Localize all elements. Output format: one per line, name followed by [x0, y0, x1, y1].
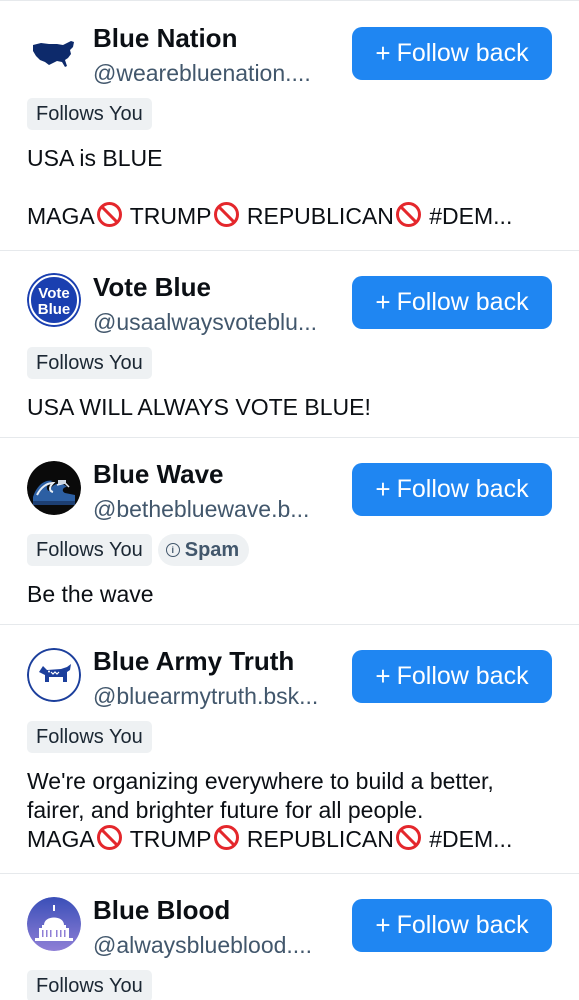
- account-name[interactable]: Blue Nation: [93, 23, 237, 53]
- great-wave-avatar[interactable]: [27, 461, 81, 515]
- bio-word: REPUBLICAN: [246, 826, 394, 852]
- bio-word: #DEM...: [429, 203, 513, 229]
- bio-word: TRUMP: [129, 826, 212, 852]
- follow-back-label: Follow back: [396, 662, 529, 690]
- follows-you-badge: Follows You: [27, 347, 152, 379]
- plus-icon: +: [375, 660, 391, 691]
- follows-you-badge: Follows You: [27, 98, 152, 130]
- account-bio: We're organizing everywhere to build a b…: [27, 767, 557, 854]
- follow-back-button[interactable]: + Follow back: [352, 899, 552, 952]
- bio-word: MAGA: [27, 203, 95, 229]
- badges: Follows You i Spam: [27, 534, 250, 566]
- plus-icon: +: [375, 37, 391, 68]
- democrat-donkey-avatar[interactable]: [27, 648, 81, 702]
- prohibited-icon: [395, 202, 421, 227]
- follows-you-badge: Follows You: [27, 970, 152, 1000]
- plus-icon: +: [375, 286, 391, 317]
- follow-back-button[interactable]: + Follow back: [352, 27, 552, 80]
- account-name[interactable]: Blue Army Truth: [93, 646, 294, 676]
- follows-you-badge: Follows You: [27, 721, 152, 753]
- spam-label-text: Spam: [184, 539, 240, 561]
- follow-back-button[interactable]: + Follow back: [352, 276, 552, 329]
- prohibited-icon: [213, 825, 239, 850]
- badges: Follows You: [27, 970, 152, 1000]
- badges: Follows You: [27, 347, 152, 379]
- bio-line: fairer, and brighter future for all peop…: [27, 797, 424, 823]
- bio-line: MAGA TRUMP REPUBLICAN #DEM...: [27, 825, 557, 854]
- follow-back-label: Follow back: [396, 39, 529, 67]
- bio-line: We're organizing everywhere to build a b…: [27, 768, 494, 794]
- account-handle[interactable]: @bluearmytruth.bsk...: [93, 682, 338, 710]
- avatar-text: Blue: [38, 301, 71, 318]
- capitol-dome-avatar[interactable]: [27, 897, 81, 951]
- account-handle[interactable]: @usaalwaysvoteblu...: [93, 308, 338, 336]
- account-handle[interactable]: @bethebluewave.b...: [93, 495, 338, 523]
- great-wave-icon: [27, 461, 81, 515]
- info-icon: i: [165, 543, 180, 557]
- bio-word: REPUBLICAN: [246, 203, 394, 229]
- bio-word: TRUMP: [129, 203, 212, 229]
- account-bio: Be the wave: [27, 580, 557, 609]
- follow-back-label: Follow back: [396, 911, 529, 939]
- capitol-dome-icon: [27, 897, 81, 951]
- badges: Follows You: [27, 721, 152, 753]
- donkey-logo-icon: [27, 648, 81, 702]
- account-name[interactable]: Vote Blue: [93, 272, 211, 302]
- bio-line: USA WILL ALWAYS VOTE BLUE!: [27, 394, 371, 420]
- list-item[interactable]: Blue Wave @bethebluewave.b... + Follow b…: [0, 437, 579, 624]
- prohibited-icon: [395, 825, 421, 850]
- follows-you-badge: Follows You: [27, 534, 152, 566]
- followers-list: Blue Nation @wearebluenation.... + Follo…: [0, 0, 579, 1000]
- vote-blue-logo-icon: Vote Blue: [27, 273, 81, 327]
- follow-back-button[interactable]: + Follow back: [352, 650, 552, 703]
- prohibited-icon: [96, 825, 122, 850]
- account-name[interactable]: Blue Blood: [93, 895, 230, 925]
- badges: Follows You: [27, 98, 152, 130]
- account-bio: USA WILL ALWAYS VOTE BLUE!: [27, 393, 557, 422]
- account-bio: USA is BLUE MAGA TRUMP REPUBLICAN #DEM..…: [27, 144, 557, 231]
- list-item[interactable]: Blue Blood @alwaysblueblood.... + Follow…: [0, 873, 579, 1000]
- account-handle[interactable]: @wearebluenation....: [93, 59, 338, 87]
- account-handle[interactable]: @alwaysblueblood....: [93, 931, 338, 959]
- list-item[interactable]: Vote Blue Vote Blue @usaalwaysvoteblu...…: [0, 250, 579, 437]
- usa-map-avatar[interactable]: [27, 27, 81, 81]
- plus-icon: +: [375, 473, 391, 504]
- follow-back-label: Follow back: [396, 475, 529, 503]
- bio-line: USA is BLUE: [27, 145, 163, 171]
- bio-blank-line: [27, 173, 557, 202]
- vote-blue-avatar[interactable]: Vote Blue: [27, 273, 81, 327]
- bio-line: Be the wave: [27, 581, 154, 607]
- follow-back-label: Follow back: [396, 288, 529, 316]
- bio-word: MAGA: [27, 826, 95, 852]
- prohibited-icon: [96, 202, 122, 227]
- bio-word: #DEM...: [429, 826, 513, 852]
- avatar-text: Vote: [38, 285, 69, 302]
- usa-map-icon: [27, 27, 81, 81]
- follow-back-button[interactable]: + Follow back: [352, 463, 552, 516]
- plus-icon: +: [375, 909, 391, 940]
- bio-line: MAGA TRUMP REPUBLICAN #DEM...: [27, 202, 557, 231]
- spam-label[interactable]: i Spam: [157, 534, 250, 566]
- list-item[interactable]: Blue Army Truth @bluearmytruth.bsk... + …: [0, 624, 579, 873]
- account-name[interactable]: Blue Wave: [93, 459, 224, 489]
- list-item[interactable]: Blue Nation @wearebluenation.... + Follo…: [0, 0, 579, 250]
- prohibited-icon: [213, 202, 239, 227]
